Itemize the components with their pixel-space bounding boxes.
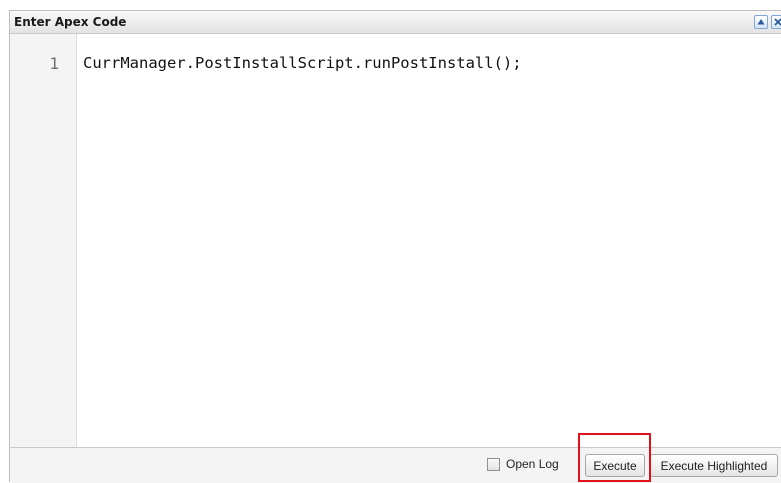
code-line: CurrManager.PostInstallScript.runPostIns… [83,54,522,72]
collapse-button[interactable] [754,15,768,29]
execute-highlighted-button[interactable]: Execute Highlighted [650,454,778,477]
line-number: 1 [49,54,59,73]
close-button[interactable] [771,15,781,29]
line-number-gutter: 1 [10,34,77,447]
dialog-title: Enter Apex Code [14,15,127,29]
arrow-up-icon [757,19,765,25]
code-editor: 1 CurrManager.PostInstallScript.runPostI… [10,34,781,448]
open-log-label: Open Log [506,457,559,471]
apex-code-dialog: Enter Apex Code 1 CurrManager.PostInstal… [9,10,781,483]
close-icon [774,18,781,26]
dialog-titlebar: Enter Apex Code [10,11,781,34]
execute-button[interactable]: Execute [585,454,645,477]
dialog-footer: Open Log Execute Execute Highlighted [10,448,781,483]
code-input[interactable]: CurrManager.PostInstallScript.runPostIns… [83,54,777,444]
open-log-checkbox[interactable] [487,458,500,471]
